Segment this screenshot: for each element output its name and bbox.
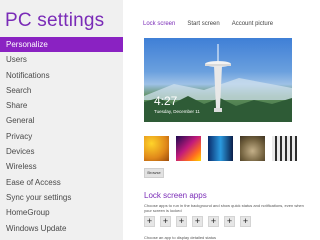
lock-screen-preview: 4:27 Tuesday, December 11 [144,38,292,122]
lock-image-thumbnail[interactable] [272,136,297,161]
lock-image-thumbnail[interactable] [208,136,233,161]
plus-icon[interactable]: + [144,216,155,227]
sidebar-nav: Personalize Users Notifications Search S… [0,37,123,236]
main-content: Lock screen Start screen Account picture… [123,0,320,240]
plus-icon[interactable]: + [176,216,187,227]
lock-screen-apps-description: Choose apps to run in the background and… [144,203,304,213]
sidebar-item-notifications[interactable]: Notifications [0,68,123,83]
sidebar: PC settings Personalize Users Notificati… [0,0,123,240]
plus-icon[interactable]: + [160,216,171,227]
plus-icon[interactable]: + [224,216,235,227]
sidebar-item-privacy[interactable]: Privacy [0,129,123,144]
sidebar-item-devices[interactable]: Devices [0,144,123,159]
lock-screen-image-choices [144,136,297,161]
sidebar-item-users[interactable]: Users [0,52,123,67]
lock-screen-app-slots: + + + + + + + [144,216,251,227]
lock-screen-apps-heading: Lock screen apps [144,191,207,200]
sidebar-item-homegroup[interactable]: HomeGroup [0,205,123,220]
plus-icon[interactable]: + [240,216,251,227]
detailed-status-description: Choose an app to display detailed status [144,235,217,240]
browse-button[interactable]: Browse [144,168,164,178]
sidebar-item-windows-update[interactable]: Windows Update [0,221,123,236]
page-title: PC settings [5,10,105,31]
sidebar-item-sync-your-settings[interactable]: Sync your settings [0,190,123,205]
tab-start-screen[interactable]: Start screen [187,21,219,27]
tab-strip: Lock screen Start screen Account picture [143,21,273,27]
tab-account-picture[interactable]: Account picture [232,21,273,27]
lock-image-thumbnail[interactable] [144,136,169,161]
lock-image-thumbnail[interactable] [240,136,265,161]
sidebar-item-personalize[interactable]: Personalize [0,37,123,53]
lock-image-thumbnail[interactable] [176,136,201,161]
sidebar-item-general[interactable]: General [0,113,123,128]
sidebar-item-wireless[interactable]: Wireless [0,159,123,174]
sidebar-item-share[interactable]: Share [0,98,123,113]
lock-screen-time: 4:27 [154,94,178,108]
sidebar-item-ease-of-access[interactable]: Ease of Access [0,175,123,190]
pc-settings-window: PC settings Personalize Users Notificati… [0,0,320,240]
tab-lock-screen[interactable]: Lock screen [143,21,175,27]
sidebar-item-search[interactable]: Search [0,83,123,98]
plus-icon[interactable]: + [192,216,203,227]
plus-icon[interactable]: + [208,216,219,227]
lock-screen-date: Tuesday, December 11 [154,109,200,114]
